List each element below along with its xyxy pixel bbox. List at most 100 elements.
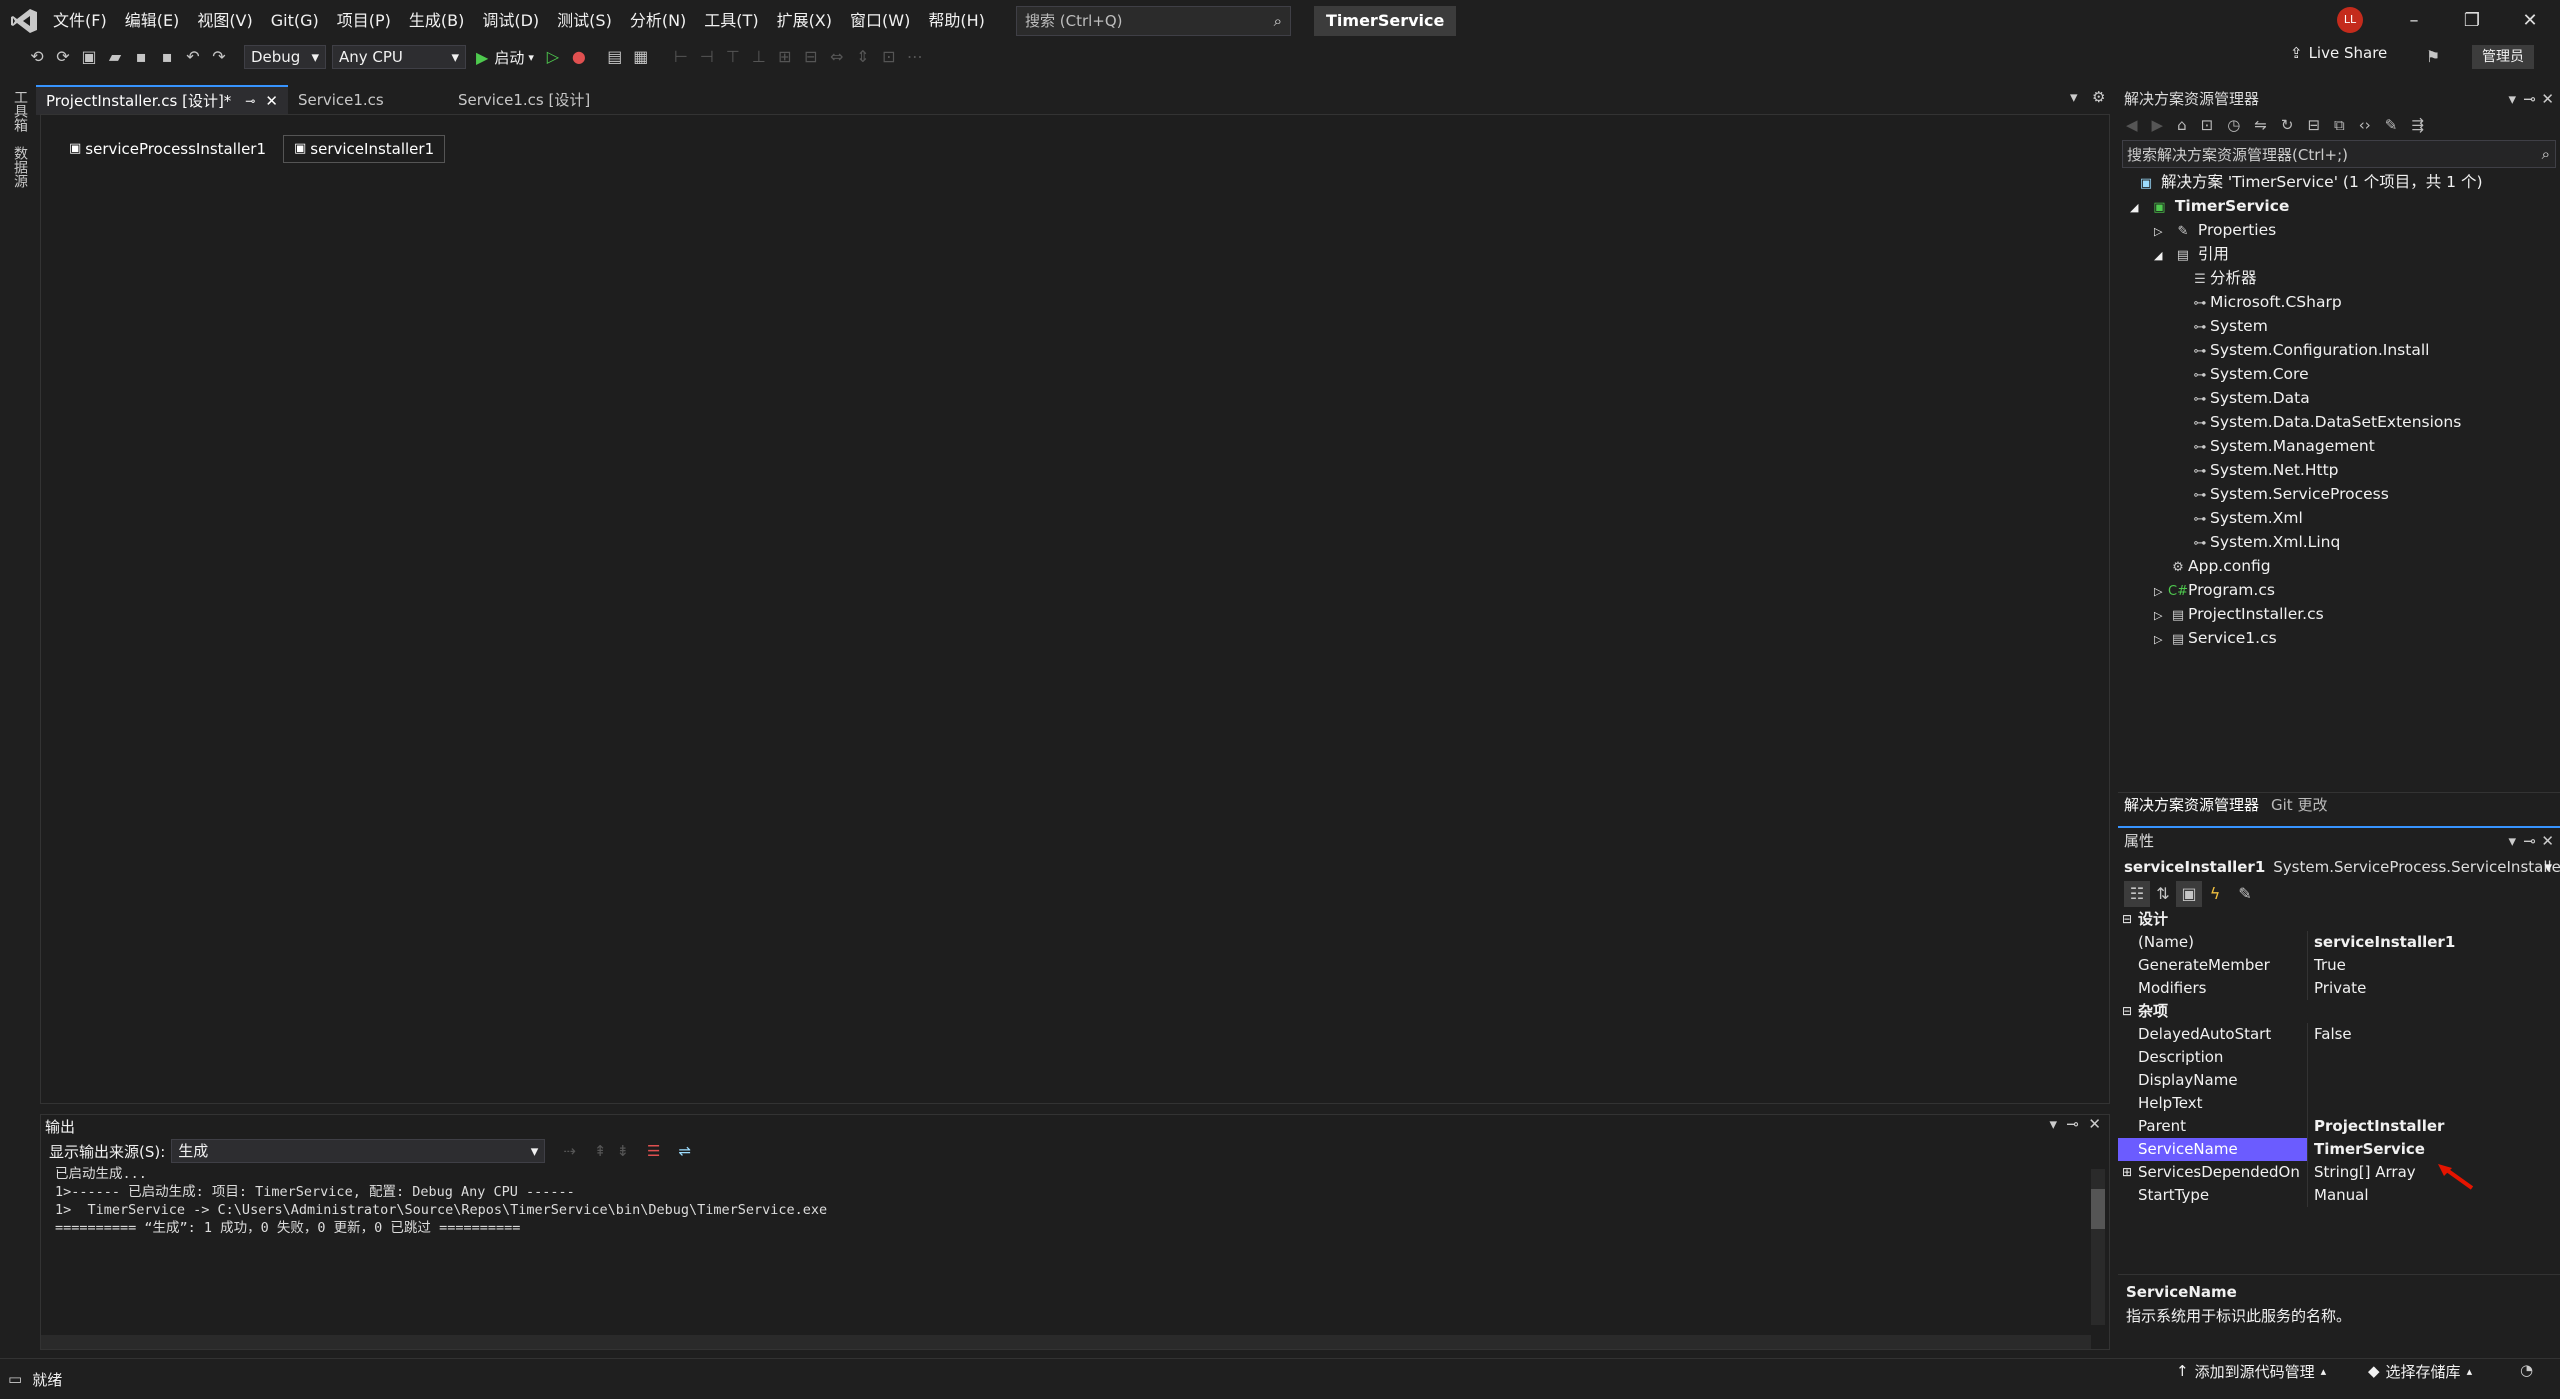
tree-item-reference[interactable]: ⊶ System.Core [2118,362,2560,386]
property-row[interactable]: StartType Manual [2118,1184,2560,1207]
menu-item[interactable]: 调试(D) [473,0,548,42]
property-value[interactable]: serviceInstaller1 [2308,931,2455,954]
menu-item[interactable]: 窗口(W) [841,0,919,42]
collapsed-arrow-icon[interactable]: ▷ [2154,628,2168,652]
collapse-all-icon[interactable]: ⊟ [2307,116,2320,134]
property-row[interactable]: GenerateMember True [2118,954,2560,977]
tree-item-properties[interactable]: ▷ ✎ Properties [2118,218,2560,242]
new-project-icon[interactable]: ▣ [76,44,102,70]
property-value[interactable] [2308,1092,2314,1115]
property-value[interactable]: False [2308,1023,2352,1046]
menu-item[interactable]: 扩展(X) [768,0,841,42]
property-row[interactable]: Parent ProjectInstaller [2118,1115,2560,1138]
property-value[interactable] [2308,1046,2314,1069]
select-repo-button[interactable]: ◆ 选择存储库 ▴ [2368,1359,2472,1383]
hot-reload-icon[interactable]: ● [566,44,592,70]
vertical-scrollbar[interactable] [2091,1169,2105,1325]
property-category[interactable]: ⊟ 设计 [2118,908,2560,931]
categorized-icon[interactable]: ☷ [2124,881,2150,907]
search-box[interactable]: 搜索 (Ctrl+Q) ⌕ [1016,6,1291,36]
pending-changes-icon[interactable]: ◷ [2227,116,2240,134]
property-category[interactable]: ⊟ 杂项 [2118,1000,2560,1023]
menu-item[interactable]: 项目(P) [328,0,400,42]
alphabetical-icon[interactable]: ⇅ [2150,881,2176,907]
expand-property-icon[interactable]: ⊞ [2122,1161,2132,1184]
pin-icon[interactable]: ⊸ [245,87,255,115]
tab-service1-design[interactable]: Service1.cs [设计] [448,86,648,114]
pin-icon[interactable]: ⊸ [2523,86,2536,112]
panel-menu-icon[interactable]: ▾ [2508,86,2516,112]
collapse-category-icon[interactable]: ⊟ [2122,1000,2132,1023]
tree-item-reference[interactable]: ⊶ System.Management [2118,434,2560,458]
panel-menu-icon[interactable]: ▾ [2508,828,2516,854]
close-window-icon[interactable]: ✕ [2501,0,2559,42]
close-tab-icon[interactable]: ✕ [265,87,278,115]
close-panel-icon[interactable]: ✕ [2541,86,2554,112]
expanded-arrow-icon[interactable]: ◢ [2154,244,2168,268]
menu-item[interactable]: 分析(N) [621,0,695,42]
config-select[interactable]: Debug ▾ [244,45,326,69]
property-value[interactable]: Private [2308,977,2366,1000]
tree-item-reference[interactable]: ⊶ System.ServiceProcess [2118,482,2560,506]
preview-icon[interactable]: ⇶ [2411,116,2424,134]
collapsed-arrow-icon[interactable]: ▷ [2154,220,2168,244]
refresh-icon[interactable]: ↻ [2281,116,2294,134]
property-row[interactable]: DisplayName [2118,1069,2560,1092]
feedback-icon[interactable]: ⚑ [2420,44,2446,70]
save-icon[interactable]: ▪ [128,44,154,70]
property-value[interactable]: ProjectInstaller [2308,1115,2444,1138]
tree-item-project[interactable]: ◢ ▣ TimerService [2118,194,2560,218]
settings-gear-icon[interactable]: ⚙ [2092,88,2105,106]
solution-search-box[interactable]: 搜索解决方案资源管理器(Ctrl+;) ⌕ [2122,140,2556,168]
property-row[interactable]: DelayedAutoStart False [2118,1023,2560,1046]
menu-item[interactable]: 工具(T) [695,0,767,42]
minimize-icon[interactable]: – [2385,0,2443,42]
notifications-icon[interactable]: ◔ [2520,1361,2533,1379]
tree-item-file[interactable]: ▷ ▤ Service1.cs [2118,626,2560,650]
datasource-tab[interactable]: 数据源 [10,146,30,188]
tree-item-reference[interactable]: ⊶ System.Net.Http [2118,458,2560,482]
properties-view-icon[interactable]: ▣ [2176,881,2202,907]
expanded-arrow-icon[interactable]: ◢ [2130,196,2144,220]
collapsed-arrow-icon[interactable]: ▷ [2154,580,2168,604]
events-lightning-icon[interactable]: ϟ [2202,881,2228,907]
output-source-select[interactable]: 生成 ▾ [171,1139,546,1163]
component-service-process-installer[interactable]: ▣ serviceProcessInstaller1 [59,135,276,163]
add-to-source-control-button[interactable]: ↑ 添加到源代码管理 ▴ [2176,1359,2326,1383]
pin-icon[interactable]: ⊸ [2066,1115,2079,1133]
restore-icon[interactable]: ❐ [2443,0,2501,42]
property-row[interactable]: HelpText [2118,1092,2560,1115]
platform-select[interactable]: Any CPU ▾ [332,45,466,69]
menu-item[interactable]: 文件(F) [44,0,116,42]
tree-item-file[interactable]: ▷ C#Program.cs [2118,578,2560,602]
start-without-debug-icon[interactable]: ▷ [540,44,566,70]
menu-item[interactable]: 视图(V) [188,0,261,42]
panel-menu-icon[interactable]: ▾ [2049,1115,2057,1133]
avatar[interactable]: LL [2337,7,2363,33]
forward-icon[interactable]: ⟳ [50,44,76,70]
tree-item-reference[interactable]: ⊶ System.Data [2118,386,2560,410]
property-row[interactable]: ServiceName TimerService [2118,1138,2560,1161]
property-row[interactable]: Description [2118,1046,2560,1069]
tree-item-reference[interactable]: ⊶ System.Xml.Linq [2118,530,2560,554]
layout-icon[interactable]: ▦ [628,44,654,70]
close-panel-icon[interactable]: ✕ [2088,1115,2101,1133]
tree-item-file[interactable]: ⚙ App.config [2118,554,2560,578]
show-all-files-icon[interactable]: ⧉ [2334,116,2345,134]
component-service-installer[interactable]: ▣ serviceInstaller1 [283,135,446,163]
property-value[interactable] [2308,1069,2314,1092]
view-code-icon[interactable]: ‹› [2359,116,2371,134]
live-share-button[interactable]: ⇪ Live Share [2290,44,2387,62]
tree-item-reference[interactable]: ⊶ System [2118,314,2560,338]
clear-all-icon[interactable]: ☰ [647,1142,660,1160]
start-button[interactable]: ▶ 启动 ▾ [476,47,534,68]
undo-icon[interactable]: ↶ [180,44,206,70]
tree-item-reference[interactable]: ⊶ Microsoft.CSharp [2118,290,2560,314]
tab-service1-code[interactable]: Service1.cs [288,86,448,114]
tree-item-reference[interactable]: ⊶ System.Configuration.Install [2118,338,2560,362]
close-panel-icon[interactable]: ✕ [2541,828,2554,854]
tree-item-reference[interactable]: ⊶ System.Xml [2118,506,2560,530]
property-row[interactable]: (Name) serviceInstaller1 [2118,931,2560,954]
property-value[interactable]: String[] Array [2308,1161,2416,1184]
tab-projectinstaller-design[interactable]: ProjectInstaller.cs [设计]* ⊸ ✕ [36,85,288,115]
